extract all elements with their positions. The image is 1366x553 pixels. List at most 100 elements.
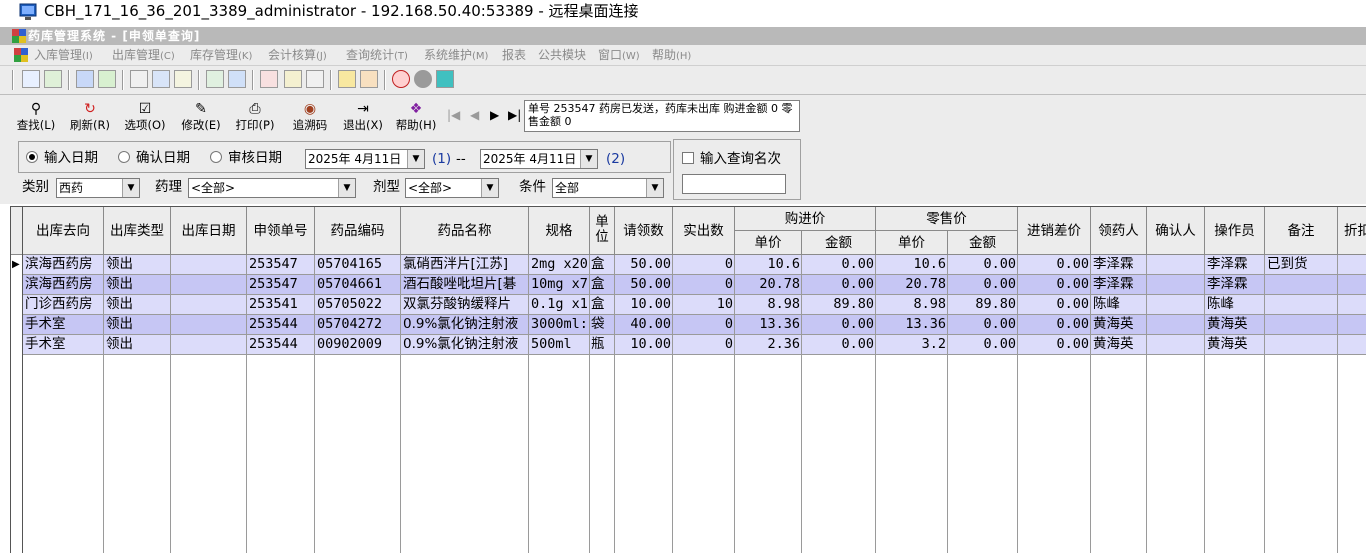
cell-p_price[interactable]: 2.36 — [735, 335, 802, 355]
cell-dest[interactable]: 滨海西药房 — [23, 255, 104, 275]
cell-date[interactable] — [171, 275, 247, 295]
edit-button[interactable]: ✎ 修改(E) — [178, 101, 224, 135]
date-to-picker[interactable]: 2025年 4月11日 ▼ — [480, 149, 598, 169]
cell-p_amount[interactable]: 0.00 — [802, 275, 876, 295]
cell-remark[interactable] — [1265, 275, 1338, 295]
cell-type[interactable]: 领出 — [104, 335, 171, 355]
menu-outbound[interactable]: 出库管理(C) — [112, 47, 175, 65]
dosage-form-select[interactable]: <全部> ▼ — [405, 178, 499, 198]
cell-receiver[interactable]: 李泽霖 — [1091, 275, 1147, 295]
cell-code[interactable]: 05704272 — [315, 315, 401, 335]
condition-select[interactable]: 全部 ▼ — [552, 178, 664, 198]
cell-receiver[interactable]: 黄海英 — [1091, 335, 1147, 355]
options-button[interactable]: ☑ 选项(O) — [122, 101, 168, 135]
cell-r_price[interactable]: 10.6 — [876, 255, 948, 275]
column-header-type[interactable]: 出库类型 — [104, 207, 171, 255]
cell-date[interactable] — [171, 255, 247, 275]
cell-type[interactable]: 领出 — [104, 295, 171, 315]
nav-prev-button[interactable]: ◀ — [470, 108, 479, 122]
cell-type[interactable]: 领出 — [104, 275, 171, 295]
cell-req_no[interactable]: 253544 — [247, 335, 315, 355]
cell-req_qty[interactable]: 10.00 — [615, 335, 673, 355]
cell-type[interactable]: 领出 — [104, 315, 171, 335]
cell-date[interactable] — [171, 295, 247, 315]
cell-receiver[interactable]: 黄海英 — [1091, 315, 1147, 335]
cell-spec[interactable]: 2mg x20 — [529, 255, 590, 275]
cell-confirmer[interactable] — [1147, 335, 1205, 355]
cell-req_qty[interactable]: 40.00 — [615, 315, 673, 335]
cell-req_qty[interactable]: 10.00 — [615, 295, 673, 315]
cell-confirmer[interactable] — [1147, 315, 1205, 335]
cell-code[interactable]: 05704661 — [315, 275, 401, 295]
cell-name[interactable]: 双氯芬酸钠缓释片 — [401, 295, 529, 315]
cell-req_no[interactable]: 253541 — [247, 295, 315, 315]
cell-unit[interactable]: 盒 — [590, 255, 615, 275]
car-icon[interactable] — [338, 70, 356, 88]
cell-confirmer[interactable] — [1147, 255, 1205, 275]
cell-p_amount[interactable]: 89.80 — [802, 295, 876, 315]
column-header-purchase-amount[interactable]: 金额 — [802, 231, 876, 255]
cell-r_amount[interactable]: 0.00 — [948, 315, 1018, 335]
form-icon[interactable] — [152, 70, 170, 88]
cell-diff[interactable]: 0.00 — [1018, 255, 1091, 275]
cell-code[interactable]: 05704165 — [315, 255, 401, 275]
cell-diff[interactable]: 0.00 — [1018, 275, 1091, 295]
column-header-retail-amount[interactable]: 金额 — [948, 231, 1018, 255]
cell-name[interactable]: 氯硝西泮片[江苏] — [401, 255, 529, 275]
find-button[interactable]: ⚲ 查找(L) — [14, 101, 58, 135]
cell-operator[interactable]: 黄海英 — [1205, 315, 1265, 335]
cell-remark[interactable] — [1265, 315, 1338, 335]
category-select[interactable]: 西药 ▼ — [56, 178, 140, 198]
cell-p_amount[interactable]: 0.00 — [802, 315, 876, 335]
list-doc-icon[interactable] — [130, 70, 148, 88]
column-header-req_no[interactable]: 申领单号 — [247, 207, 315, 255]
cell-r_amount[interactable]: 0.00 — [948, 255, 1018, 275]
cell-out_qty[interactable]: 0 — [673, 255, 735, 275]
column-header-discount[interactable]: 折扣 — [1338, 207, 1366, 255]
cell-r_price[interactable]: 13.36 — [876, 315, 948, 335]
cell-remark[interactable]: 已到货 — [1265, 255, 1338, 275]
pharmacology-select[interactable]: <全部> ▼ — [188, 178, 356, 198]
cell-req_qty[interactable]: 50.00 — [615, 255, 673, 275]
menu-query-stats[interactable]: 查询统计(T) — [346, 47, 408, 65]
tools-icon[interactable] — [284, 70, 302, 88]
column-header-operator[interactable]: 操作员 — [1205, 207, 1265, 255]
cell-r_price[interactable]: 3.2 — [876, 335, 948, 355]
cell-out_qty[interactable]: 0 — [673, 315, 735, 335]
cell-p_price[interactable]: 8.98 — [735, 295, 802, 315]
print-button[interactable]: ⎙ 打印(P) — [232, 101, 278, 135]
cell-operator[interactable]: 李泽霖 — [1205, 255, 1265, 275]
cell-receiver[interactable]: 陈峰 — [1091, 295, 1147, 315]
cell-spec[interactable]: 0.1g x1 — [529, 295, 590, 315]
stop-icon[interactable] — [392, 70, 410, 88]
column-header-receiver[interactable]: 领药人 — [1091, 207, 1147, 255]
cell-diff[interactable]: 0.00 — [1018, 315, 1091, 335]
doc-arrow-icon[interactable] — [76, 70, 94, 88]
cell-code[interactable]: 05705022 — [315, 295, 401, 315]
cell-receiver[interactable]: 李泽霖 — [1091, 255, 1147, 275]
cell-name[interactable]: 0.9%氯化钠注射液 — [401, 335, 529, 355]
cell-req_no[interactable]: 253544 — [247, 315, 315, 335]
open-doc-icon[interactable] — [44, 70, 62, 88]
column-header-diff[interactable]: 进销差价 — [1018, 207, 1091, 255]
nav-first-button[interactable]: |◀ — [447, 108, 460, 122]
column-header-remark[interactable]: 备注 — [1265, 207, 1338, 255]
trace-code-button[interactable]: ◉ 追溯码 — [288, 101, 332, 135]
cell-operator[interactable]: 黄海英 — [1205, 335, 1265, 355]
new-doc-icon[interactable] — [22, 70, 40, 88]
app-menu-icon[interactable] — [14, 48, 28, 62]
cell-spec[interactable]: 3000ml: — [529, 315, 590, 335]
cell-date[interactable] — [171, 335, 247, 355]
cell-r_price[interactable]: 20.78 — [876, 275, 948, 295]
cell-unit[interactable]: 袋 — [590, 315, 615, 335]
menu-inventory[interactable]: 库存管理(K) — [190, 47, 252, 65]
cell-dest[interactable]: 门诊西药房 — [23, 295, 104, 315]
cell-name[interactable]: 酒石酸唑吡坦片[碁 — [401, 275, 529, 295]
date-from-picker[interactable]: 2025年 4月11日 ▼ — [305, 149, 425, 169]
notes-icon[interactable] — [174, 70, 192, 88]
cell-dest[interactable]: 滨海西药房 — [23, 275, 104, 295]
cell-req_no[interactable]: 253547 — [247, 255, 315, 275]
query-rank-input[interactable] — [682, 174, 786, 194]
cell-out_qty[interactable]: 0 — [673, 275, 735, 295]
column-header-dest[interactable]: 出库去向 — [23, 207, 104, 255]
